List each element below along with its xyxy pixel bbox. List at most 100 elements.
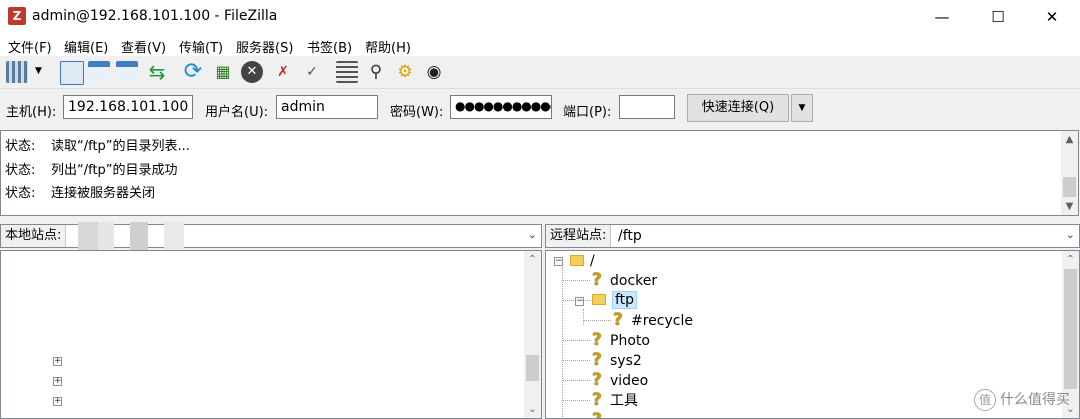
quickconnect-button[interactable]: 快速连接(Q) — [687, 94, 789, 122]
menu-view[interactable]: 查看(V) — [121, 37, 166, 56]
host-input[interactable]: 192.168.101.100 — [63, 95, 193, 119]
toggle-queue-icon[interactable]: ⇆ — [146, 61, 168, 83]
unknown-folder-icon: ? — [592, 270, 602, 290]
tree-node-ftp[interactable]: ftp — [592, 290, 638, 310]
expand-icon[interactable]: + — [53, 397, 62, 406]
tree-node-docker[interactable]: ? docker — [592, 270, 657, 290]
menu-bar: 文件(F) 编辑(E) 查看(V) 传输(T) 服务器(S) 书签(B) 帮助(… — [0, 34, 1080, 56]
unknown-folder-icon: ? — [592, 370, 602, 390]
sync-browsing-icon[interactable]: ⚙ — [394, 61, 416, 83]
menu-edit[interactable]: 编辑(E) — [64, 37, 108, 56]
watermark-logo-icon: 值 — [974, 389, 996, 411]
unknown-folder-icon: ? — [592, 390, 602, 410]
unknown-folder-icon: ? — [613, 310, 623, 330]
cancel-operation-icon[interactable]: ✕ — [241, 61, 263, 83]
remote-path-dropdown-icon[interactable]: ⌄ — [1066, 228, 1075, 241]
log-row: 状态: 列出“/ftp”的目录成功 — [5, 159, 178, 178]
disconnect-icon[interactable]: ✗ — [272, 61, 294, 83]
scroll-up-icon[interactable]: ⌃ — [524, 251, 541, 268]
title-bar: Z admin@192.168.101.100 - FileZilla — ☐ … — [0, 0, 1080, 34]
toolbar: ▼ ⇆ ⟳ ▦ ✕ ✗ ✓ ⚲ ⚙ ◉ — [0, 56, 1080, 89]
folder-icon — [570, 255, 584, 266]
reconnect-icon[interactable]: ✓ — [301, 61, 323, 83]
log-status-key: 状态: — [5, 163, 36, 178]
remote-site-label: 远程站点: — [546, 225, 612, 247]
log-row: 状态: 连接被服务器关闭 — [5, 182, 155, 201]
collapse-icon[interactable]: − — [554, 257, 563, 266]
local-site-label: 本地站点: — [1, 225, 67, 247]
log-scroll-thumb[interactable] — [1063, 177, 1076, 197]
tree-node-tools[interactable]: ? 工具 — [592, 390, 638, 410]
local-path-dropdown-icon[interactable]: ⌄ — [528, 228, 537, 241]
site-manager-icon[interactable] — [6, 61, 28, 83]
tree-node-label: #recycle — [631, 313, 693, 329]
remote-scroll-thumb[interactable] — [1064, 269, 1077, 389]
process-queue-icon[interactable]: ▦ — [212, 61, 234, 83]
tree-node-recycle[interactable]: ? #recycle — [613, 310, 693, 330]
maximize-button[interactable]: ☐ — [972, 0, 1024, 34]
message-log: 状态: 读取“/ftp”的目录列表... 状态: 列出“/ftp”的目录成功 状态:… — [0, 130, 1079, 216]
toggle-log-icon[interactable] — [60, 61, 84, 85]
scroll-up-icon[interactable]: ⌃ — [1062, 251, 1079, 268]
remote-site-bar: 远程站点: /ftp ⌄ — [545, 224, 1080, 248]
local-pane: 本地站点: ⌄ + + + ⌃ ⌄ — [0, 222, 542, 419]
directory-filter-icon[interactable] — [336, 61, 358, 83]
expand-icon[interactable]: + — [53, 357, 62, 366]
tree-node-label: docker — [610, 273, 658, 289]
window-title: admin@192.168.101.100 - FileZilla — [32, 8, 278, 24]
folder-icon — [592, 294, 606, 305]
tree-node-label-selected: ftp — [612, 291, 638, 309]
toggle-remote-tree-icon[interactable] — [116, 61, 138, 83]
tree-node-photo[interactable]: ? Photo — [592, 330, 650, 350]
minimize-button[interactable]: — — [916, 0, 968, 34]
tree-node-label: sys2 — [610, 353, 642, 369]
filezilla-logo-icon: Z — [8, 7, 26, 25]
menu-help[interactable]: 帮助(H) — [365, 37, 411, 56]
scroll-down-icon[interactable]: ▼ — [1061, 198, 1078, 215]
site-manager-dropdown-icon[interactable]: ▼ — [35, 66, 42, 76]
menu-file[interactable]: 文件(F) — [8, 37, 52, 56]
refresh-icon[interactable]: ⟳ — [182, 61, 204, 83]
log-status-key: 状态: — [5, 139, 36, 154]
close-button[interactable]: ✕ — [1026, 0, 1078, 34]
log-scrollbar[interactable]: ▲ ▼ — [1061, 131, 1078, 215]
compare-directories-icon[interactable]: ⚲ — [365, 61, 387, 83]
log-message: 列出“/ftp”的目录成功 — [51, 163, 178, 178]
menu-transfer[interactable]: 传输(T) — [179, 37, 223, 56]
collapse-icon[interactable]: − — [575, 297, 584, 306]
tree-node-sys2[interactable]: ? sys2 — [592, 350, 642, 370]
remote-path-input[interactable]: /ftp — [618, 228, 642, 244]
port-label: 端口(P): — [563, 105, 612, 120]
scroll-down-icon[interactable]: ⌄ — [524, 401, 541, 418]
username-label: 用户名(U): — [205, 105, 269, 120]
log-message: 读取“/ftp”的目录列表... — [51, 139, 190, 154]
tree-node-partial[interactable]: ? — [592, 410, 610, 418]
menu-server[interactable]: 服务器(S) — [236, 37, 293, 56]
tree-node-label: Photo — [610, 333, 650, 349]
username-input[interactable]: admin — [276, 95, 378, 119]
quickconnect-bar: 主机(H): 192.168.101.100 用户名(U): admin 密码(… — [0, 89, 1080, 129]
tree-node-label: video — [610, 373, 649, 389]
local-scroll-thumb[interactable] — [526, 355, 539, 381]
expand-icon[interactable]: + — [53, 377, 62, 386]
tree-node-label: / — [590, 253, 595, 269]
toggle-local-tree-icon[interactable] — [88, 61, 110, 83]
watermark-text: 什么值得买 — [1000, 392, 1070, 408]
password-label: 密码(W): — [390, 105, 444, 120]
quickconnect-dropdown-icon[interactable]: ▼ — [791, 94, 813, 122]
unknown-folder-icon: ? — [592, 410, 604, 418]
menu-bookmarks[interactable]: 书签(B) — [307, 37, 352, 56]
tree-node-root[interactable]: / — [570, 251, 595, 271]
local-tree-scrollbar[interactable]: ⌃ ⌄ — [524, 251, 541, 418]
unknown-folder-icon: ? — [592, 350, 602, 370]
port-input[interactable] — [619, 95, 675, 119]
tree-node-video[interactable]: ? video — [592, 370, 648, 390]
search-files-icon[interactable]: ◉ — [423, 61, 445, 83]
unknown-folder-icon: ? — [592, 330, 602, 350]
scroll-up-icon[interactable]: ▲ — [1061, 131, 1078, 148]
log-status-key: 状态: — [5, 186, 36, 201]
password-input[interactable]: ●●●●●●●●●●● — [450, 95, 552, 119]
log-row: 状态: 读取“/ftp”的目录列表... — [5, 135, 190, 154]
tree-node-label: 工具 — [610, 393, 638, 409]
log-message: 连接被服务器关闭 — [51, 186, 156, 201]
